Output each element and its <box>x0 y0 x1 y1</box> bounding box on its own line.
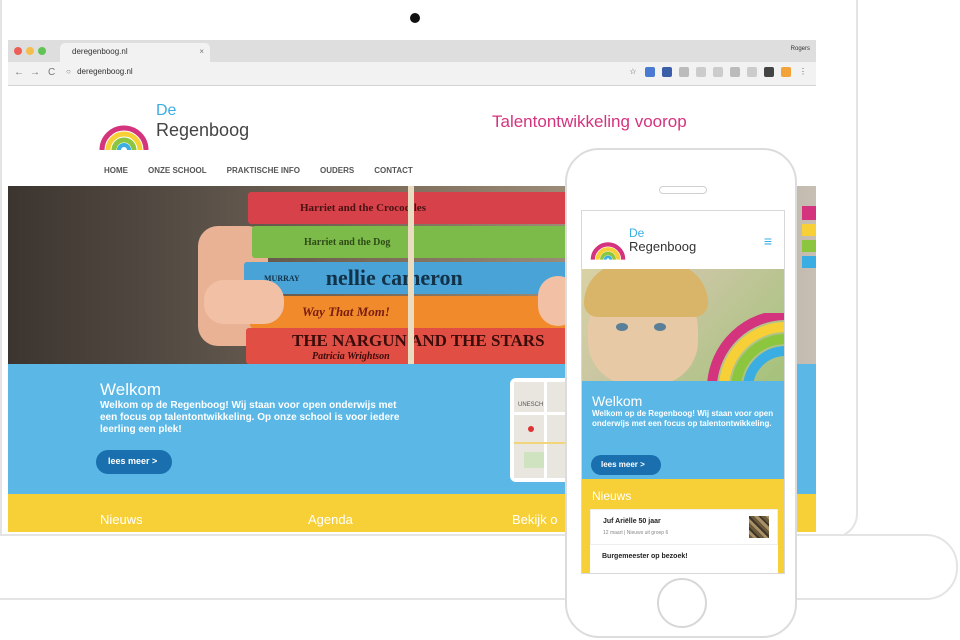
phone-home-button[interactable] <box>657 578 707 628</box>
phone-welcome-section: Welkom Welkom op de Regenboog! Wij staan… <box>582 381 784 479</box>
phone-screen: De Regenboog ≡ Welkom Welkom op de Regen… <box>581 210 785 574</box>
extension-icon[interactable] <box>764 67 774 77</box>
welcome-text: Welkom op de Regenboog! Wij staan voor o… <box>100 400 400 435</box>
address-bar: ← → C ○ deregenboog.nl ☆ ⋮ <box>8 62 816 86</box>
column-agenda[interactable]: Agenda <box>308 512 353 527</box>
news-item[interactable]: Juf Ariëlle 50 jaar 12 maart | Nieuws ui… <box>590 509 778 545</box>
news-thumbnail <box>749 516 769 538</box>
news-title: Nieuws <box>592 489 632 503</box>
news-item-title: Juf Ariëlle 50 jaar <box>603 518 661 525</box>
hamburger-menu-icon[interactable]: ≡ <box>764 233 772 249</box>
child-eye <box>616 323 628 331</box>
welcome-title: Welkom <box>592 393 643 409</box>
rainbow-logo-icon[interactable] <box>590 225 626 261</box>
close-window-button[interactable] <box>14 47 22 55</box>
url-field[interactable]: ○ deregenboog.nl <box>66 67 133 76</box>
profile-name[interactable]: Rogers <box>791 46 810 52</box>
rainbow-decoration <box>802 206 816 268</box>
rainbow-logo-icon[interactable] <box>98 100 150 152</box>
info-icon: ○ <box>66 67 71 76</box>
welcome-text: Welkom op de Regenboog! Wij staan voor o… <box>592 409 774 428</box>
phone-hero-image <box>582 269 784 381</box>
child-hand <box>204 280 284 324</box>
map-pin-icon <box>528 426 534 432</box>
extension-icon[interactable] <box>713 67 723 77</box>
reload-icon[interactable]: C <box>48 67 55 78</box>
extension-icon[interactable] <box>645 67 655 77</box>
url-text: deregenboog.nl <box>77 67 133 76</box>
main-navigation: HOME ONZE SCHOOL PRAKTISCHE INFO OUDERS … <box>104 166 413 175</box>
extension-icons: ☆ ⋮ <box>628 67 808 77</box>
book: MURRAY nellie cameron <box>244 262 568 294</box>
extension-icon[interactable] <box>662 67 672 77</box>
phone-frame: De Regenboog ≡ Welkom Welkom op de Regen… <box>565 148 797 638</box>
menu-dots-icon[interactable]: ⋮ <box>798 67 808 77</box>
news-item[interactable]: Burgemeester op bezoek! <box>590 545 778 573</box>
column-nieuws[interactable]: Nieuws <box>100 512 143 527</box>
column-bekijk[interactable]: Bekijk o <box>512 512 558 527</box>
site-tagline: Talentontwikkeling voorop <box>492 112 687 131</box>
phone-speaker <box>659 186 707 194</box>
extension-icon[interactable] <box>781 67 791 77</box>
bookmark-star-icon[interactable]: ☆ <box>628 67 638 77</box>
nav-item-contact[interactable]: CONTACT <box>374 166 413 175</box>
news-item-meta: 12 maart | Nieuws uit groep 6 <box>603 530 669 536</box>
nav-item-onze-school[interactable]: ONZE SCHOOL <box>148 166 207 175</box>
phone-header: De Regenboog ≡ <box>582 211 784 269</box>
welcome-title: Welkom <box>100 380 162 399</box>
child-eye <box>654 323 666 331</box>
logo-de: De <box>156 102 177 119</box>
logo-name: Regenboog <box>629 239 697 254</box>
extension-icon[interactable] <box>679 67 689 77</box>
rainbow-decoration <box>707 313 784 381</box>
browser-tab[interactable]: deregenboog.nl × <box>60 43 210 62</box>
string <box>408 186 414 364</box>
map-label: UNESCH <box>518 402 544 408</box>
extension-icon[interactable] <box>730 67 740 77</box>
extension-icon[interactable] <box>696 67 706 77</box>
phone-news-section: Nieuws Juf Ariëlle 50 jaar 12 maart | Ni… <box>582 479 784 573</box>
camera <box>410 13 420 23</box>
laptop-base <box>0 534 958 600</box>
logo-name: Regenboog <box>156 120 250 140</box>
back-icon[interactable]: ← <box>14 67 24 78</box>
read-more-button[interactable]: lees meer > <box>96 450 172 474</box>
read-more-button[interactable]: lees meer > <box>591 455 661 475</box>
nav-item-ouders[interactable]: OUDERS <box>320 166 354 175</box>
logo-de: De <box>629 226 645 240</box>
tab-title: deregenboog.nl <box>72 47 128 56</box>
tab-close-icon[interactable]: × <box>199 47 204 56</box>
minimize-window-button[interactable] <box>26 47 34 55</box>
nav-item-praktische-info[interactable]: PRAKTISCHE INFO <box>227 166 300 175</box>
news-item-title: Burgemeester op bezoek! <box>602 553 688 560</box>
forward-icon[interactable]: → <box>30 67 40 78</box>
child-hair <box>584 269 708 317</box>
book: THE NARGUN AND THE STARS Patricia Wrights… <box>246 328 568 364</box>
extension-icon[interactable] <box>747 67 757 77</box>
browser-tabbar: deregenboog.nl × Rogers <box>8 40 816 62</box>
nav-item-home[interactable]: HOME <box>104 166 128 175</box>
maximize-window-button[interactable] <box>38 47 46 55</box>
